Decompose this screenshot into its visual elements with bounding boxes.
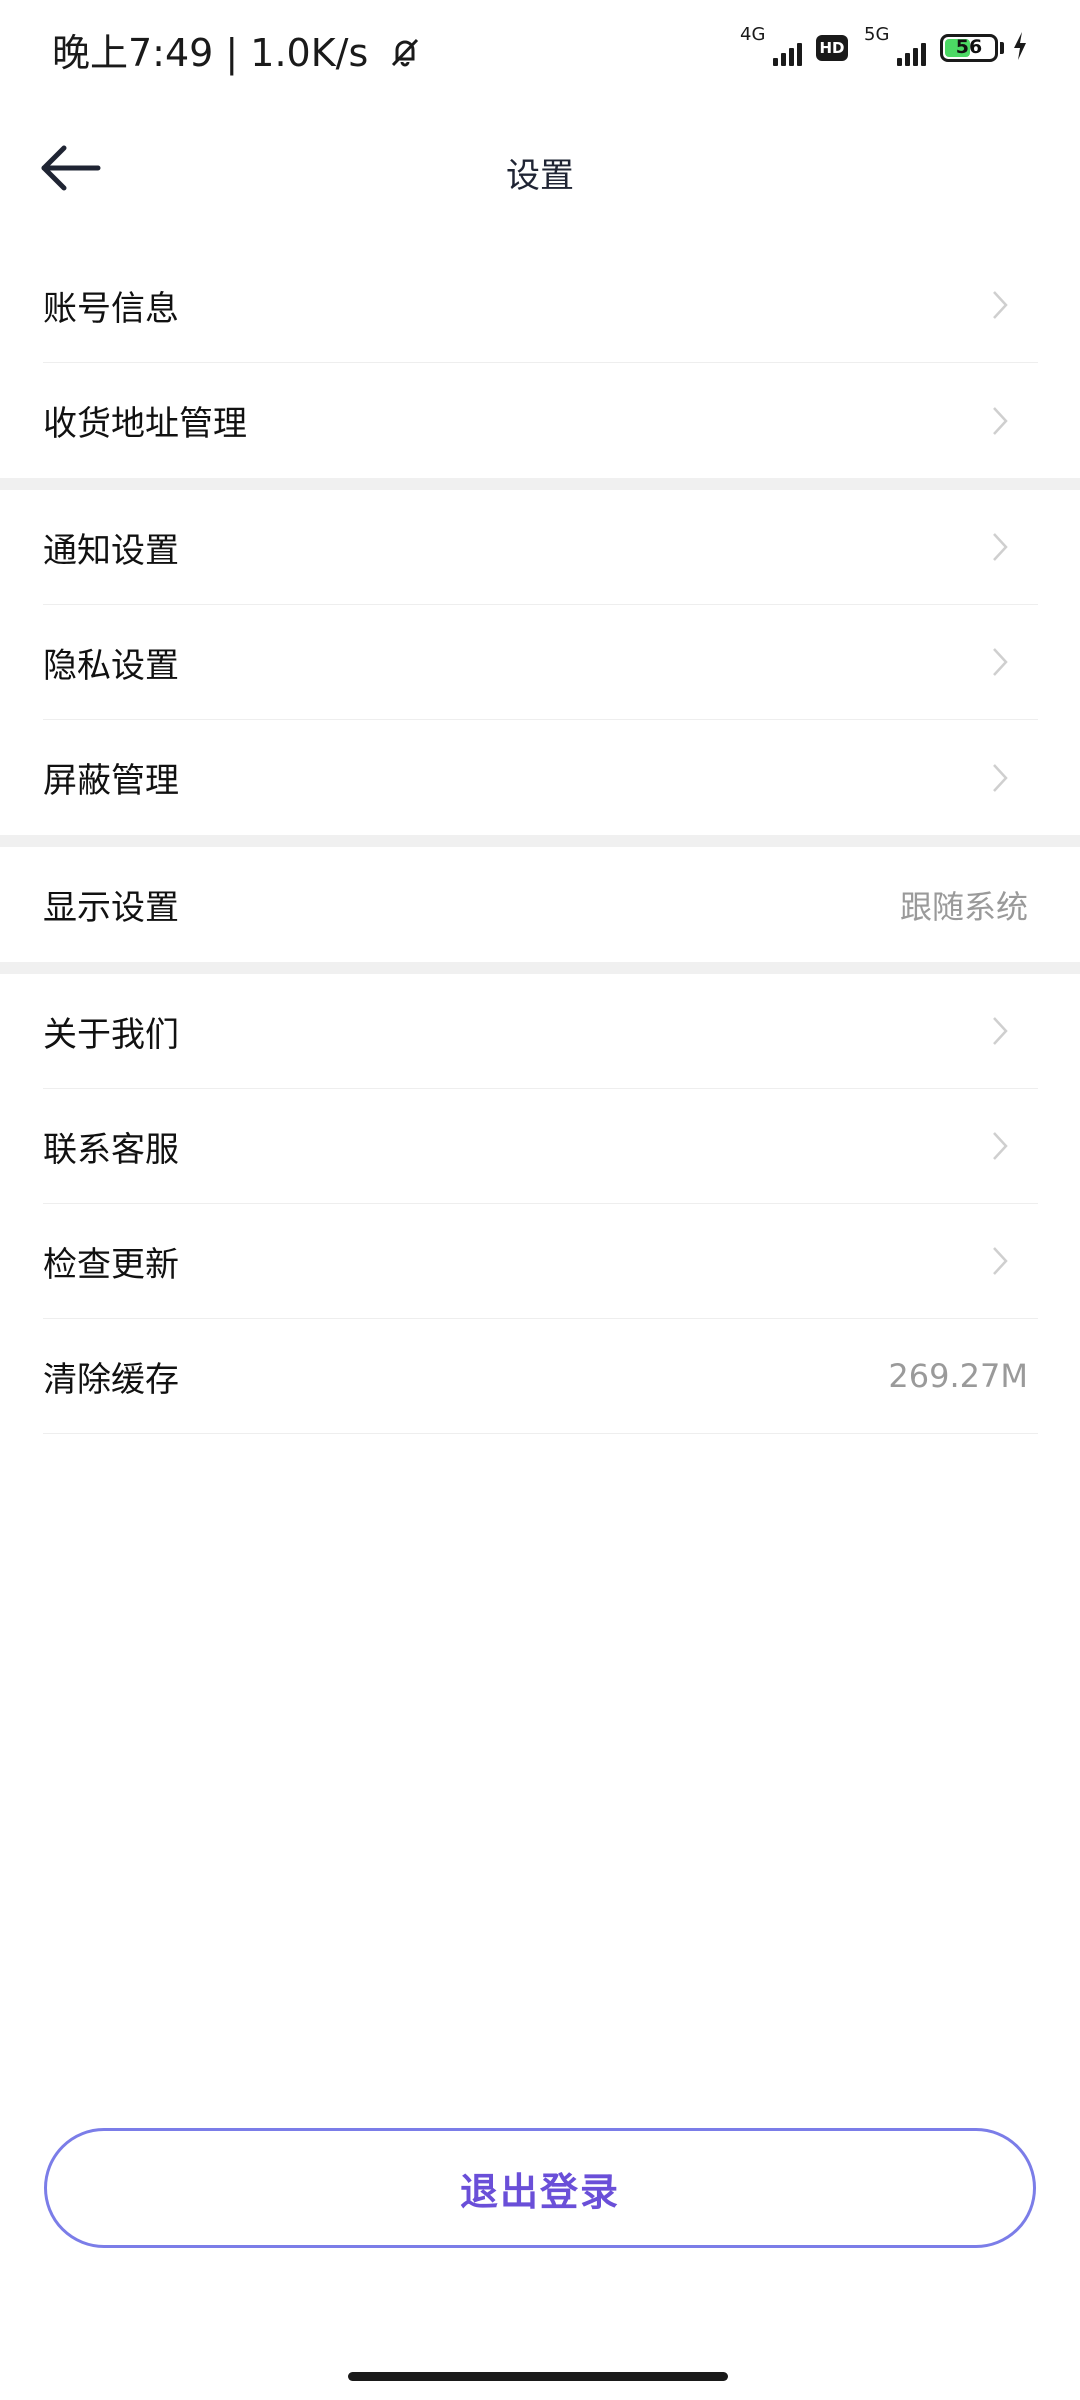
settings-row-display[interactable]: 显示设置 跟随系统	[43, 847, 1038, 962]
settings-list: 账号信息 收货地址管理 通知设置 隐私设置 屏蔽管理 显示设置 跟随系统 关于我…	[0, 248, 1080, 1434]
signal-icon: 4G	[738, 24, 802, 70]
status-time: 晚上7:49 | 1.0K/s	[52, 31, 369, 75]
battery-level: 56	[955, 36, 983, 58]
group-divider	[0, 478, 1080, 490]
chevron-right-icon	[992, 1246, 1008, 1276]
row-label: 屏蔽管理	[43, 761, 179, 801]
row-label: 检查更新	[43, 1244, 179, 1285]
row-label: 显示设置	[43, 888, 179, 928]
chevron-right-icon	[992, 1131, 1008, 1161]
settings-page: 晚上7:49 | 1.0K/s 4G HD 5G 56 设置 账号信息 收货地址…	[0, 0, 1080, 2400]
chevron-right-icon	[992, 406, 1008, 436]
row-label: 清除缓存	[43, 1359, 179, 1400]
mute-bell-icon	[388, 34, 422, 78]
display-mode-value: 跟随系统	[899, 887, 1028, 926]
battery-icon: 56	[940, 32, 1028, 64]
charging-icon	[1012, 32, 1028, 64]
logout-button[interactable]: 退出登录	[44, 2128, 1036, 2248]
row-label: 隐私设置	[43, 645, 179, 686]
hd-icon: HD	[816, 35, 848, 61]
row-label: 账号信息	[43, 288, 179, 329]
network-label-4g: 4G	[740, 24, 766, 45]
nav-bar: 设置	[0, 120, 1080, 220]
home-indicator[interactable]	[348, 2372, 728, 2381]
row-label: 通知设置	[43, 530, 179, 571]
status-bar: 晚上7:49 | 1.0K/s 4G HD 5G 56	[0, 0, 1080, 100]
chevron-right-icon	[992, 290, 1008, 320]
chevron-right-icon	[992, 647, 1008, 677]
settings-row-about-us[interactable]: 关于我们	[43, 974, 1038, 1089]
signal-icon-5g: 5G	[862, 24, 926, 70]
status-time-wrap: 晚上7:49 | 1.0K/s	[52, 22, 422, 78]
settings-row-clear-cache[interactable]: 清除缓存 269.27M	[43, 1319, 1038, 1434]
chevron-right-icon	[992, 1016, 1008, 1046]
row-label: 收货地址管理	[43, 404, 247, 444]
settings-row-check-update[interactable]: 检查更新	[43, 1204, 1038, 1319]
network-label-5g: 5G	[864, 24, 890, 45]
logout-label: 退出登录	[459, 2169, 620, 2214]
page-title: 设置	[506, 156, 574, 196]
row-label: 关于我们	[43, 1014, 179, 1055]
chevron-right-icon	[992, 763, 1008, 793]
group-divider	[0, 962, 1080, 974]
settings-row-account-info[interactable]: 账号信息	[43, 248, 1038, 363]
settings-row-address[interactable]: 收货地址管理	[43, 363, 1038, 478]
chevron-right-icon	[992, 532, 1008, 562]
settings-row-block-management[interactable]: 屏蔽管理	[43, 720, 1038, 835]
cache-size-value: 269.27M	[888, 1357, 1028, 1395]
settings-row-notifications[interactable]: 通知设置	[43, 490, 1038, 605]
status-indicators: 4G HD 5G 56	[738, 24, 1028, 70]
group-divider	[0, 835, 1080, 847]
row-label: 联系客服	[43, 1129, 179, 1170]
settings-row-privacy[interactable]: 隐私设置	[43, 605, 1038, 720]
settings-row-contact-support[interactable]: 联系客服	[43, 1089, 1038, 1204]
